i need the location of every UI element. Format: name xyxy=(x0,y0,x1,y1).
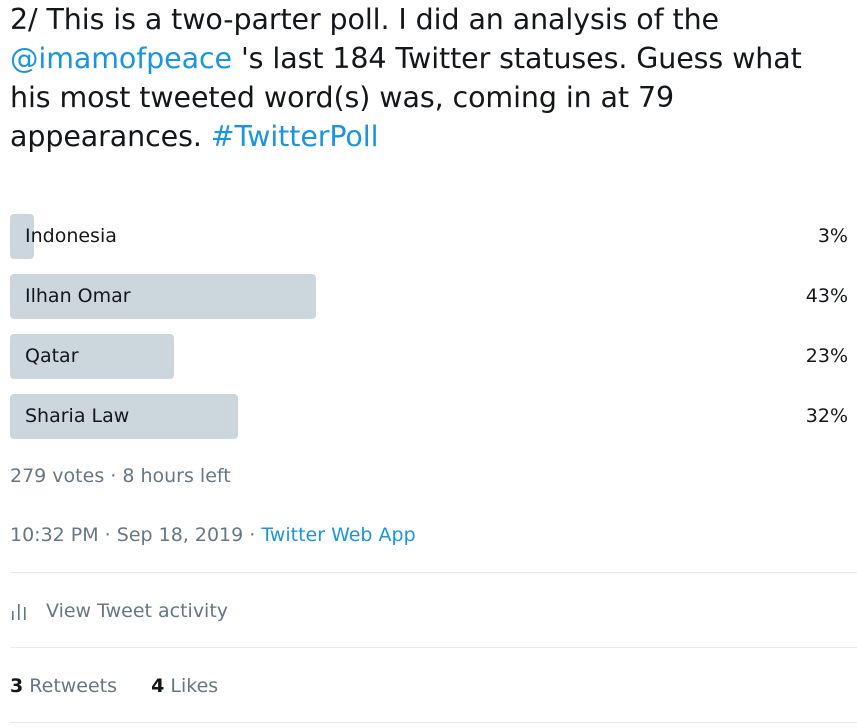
poll-option: Sharia Law 32% xyxy=(10,394,848,439)
poll-option-label: Indonesia xyxy=(25,225,117,247)
bar-chart-icon xyxy=(10,602,32,620)
poll-option: Ilhan Omar 43% xyxy=(10,274,848,319)
retweets-label: Retweets xyxy=(29,675,118,697)
poll-option-percent: 43% xyxy=(805,285,848,307)
view-tweet-activity-label: View Tweet activity xyxy=(46,600,229,622)
tweet-stats: 3 Retweets 4 Likes xyxy=(10,672,246,700)
poll-option: Qatar 23% xyxy=(10,334,848,379)
likes-stat[interactable]: 4 Likes xyxy=(151,672,218,700)
tweet: 2/ This is a two-parter poll. I did an a… xyxy=(10,0,857,156)
retweets-count: 3 xyxy=(10,675,24,697)
poll-option-label: Ilhan Omar xyxy=(25,285,131,307)
time-date[interactable]: 10:32 PM · Sep 18, 2019 · xyxy=(10,524,261,546)
likes-label: Likes xyxy=(170,675,219,697)
poll-option-label: Qatar xyxy=(25,345,79,367)
poll-option-percent: 3% xyxy=(817,225,848,247)
tweet-text: 2/ This is a two-parter poll. I did an a… xyxy=(10,0,850,156)
mention-link[interactable]: @imamofpeace xyxy=(10,42,232,75)
retweets-stat[interactable]: 3 Retweets xyxy=(10,672,117,700)
likes-count: 4 xyxy=(151,675,165,697)
divider xyxy=(10,647,857,648)
view-tweet-activity-link[interactable]: View Tweet activity xyxy=(10,597,228,625)
tweet-timestamp: 10:32 PM · Sep 18, 2019 · Twitter Web Ap… xyxy=(10,521,416,549)
source-link[interactable]: Twitter Web App xyxy=(261,524,415,546)
poll-meta: 279 votes · 8 hours left xyxy=(10,465,231,487)
hashtag-link[interactable]: #TwitterPoll xyxy=(211,120,379,153)
poll-option: Indonesia 3% xyxy=(10,214,848,259)
poll-option-percent: 23% xyxy=(805,345,848,367)
poll-option-label: Sharia Law xyxy=(25,405,130,427)
divider xyxy=(10,722,857,723)
tweet-text-part: 2/ This is a two-parter poll. I did an a… xyxy=(10,3,719,36)
poll: Indonesia 3% Ilhan Omar 43% Qatar 23% Sharia L… xyxy=(10,214,848,454)
poll-option-percent: 32% xyxy=(805,405,848,427)
divider xyxy=(10,572,857,573)
